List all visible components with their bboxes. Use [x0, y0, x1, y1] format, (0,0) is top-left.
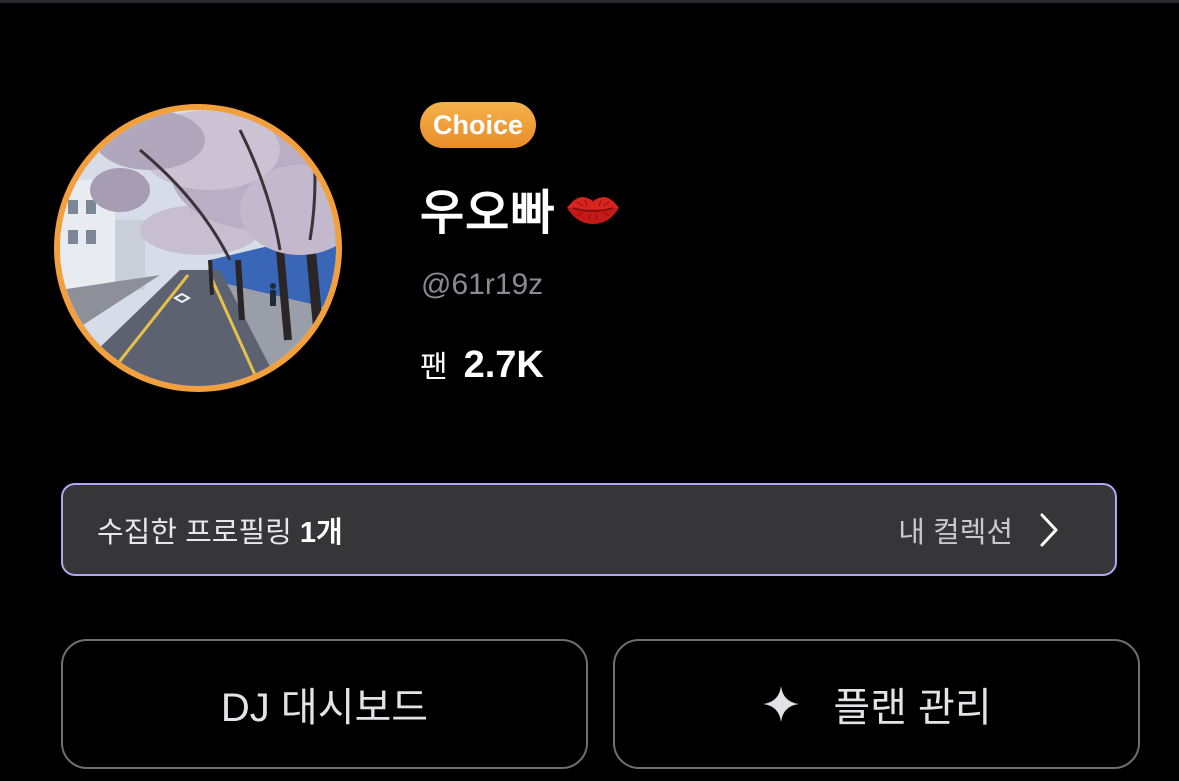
profile-screen: Choice 우오빠 @61r19z 팬 2.7K 수집한 프로필링 1개 내 … — [0, 0, 1179, 781]
fans-label: 팬 — [420, 351, 448, 384]
collection-summary: 수집한 프로필링 1개 — [97, 509, 343, 551]
my-collection-label: 내 컬렉션 — [898, 516, 1013, 549]
avatar-photo — [60, 110, 336, 386]
collection-prefix: 수집한 프로필링 — [97, 516, 300, 549]
avatar[interactable] — [54, 104, 342, 392]
plan-manage-label: 플랜 관리 — [833, 686, 992, 730]
user-handle: @61r19z — [421, 268, 544, 301]
kiss-lips-icon — [567, 197, 620, 224]
fans-value: 2.7K — [463, 344, 544, 386]
name-row: 우오빠 — [420, 178, 623, 240]
collection-bar[interactable]: 수집한 프로필링 1개 내 컬렉션 — [61, 483, 1117, 576]
sparkle-icon — [763, 686, 800, 722]
choice-badge: Choice — [420, 102, 537, 148]
chevron-right-icon — [1040, 513, 1058, 546]
dj-dashboard-button[interactable]: DJ 대시보드 — [61, 639, 588, 769]
my-collection-link[interactable]: 내 컬렉션 — [898, 509, 1059, 551]
plan-manage-button[interactable]: 플랜 관리 — [613, 639, 1140, 769]
display-name: 우오빠 — [420, 187, 556, 240]
collection-count: 1개 — [299, 516, 343, 549]
fan-count: 팬 2.7K — [420, 342, 544, 387]
dj-dashboard-label: DJ 대시보드 — [220, 686, 429, 730]
top-divider — [0, 0, 1179, 3]
